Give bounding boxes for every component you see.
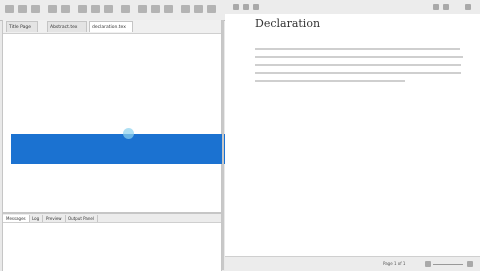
zoom-in-icon[interactable] <box>233 4 239 10</box>
preview-statusbar: Page 1 of 1 <box>225 256 480 271</box>
save-icon[interactable] <box>31 5 40 13</box>
tab-label: Output Panel <box>68 216 94 221</box>
tab-messages[interactable]: Messages <box>3 215 30 222</box>
tab-title-page[interactable]: Title Page <box>6 21 38 32</box>
tab-label: Title Page <box>9 25 31 30</box>
page-heading: Declaration <box>255 17 321 30</box>
preview-toolbar <box>225 0 480 15</box>
next-page-icon[interactable] <box>443 4 449 10</box>
search-icon[interactable] <box>121 5 130 13</box>
tab-label: Log <box>32 216 40 221</box>
zoom-out-icon[interactable] <box>425 261 431 267</box>
tab-label: Messages <box>6 216 26 221</box>
text-line <box>255 64 461 66</box>
panel-tabs: Messages Log Preview Output Panel <box>3 214 221 223</box>
open-file-icon[interactable] <box>18 5 27 13</box>
prev-page-icon[interactable] <box>433 4 439 10</box>
run-icon[interactable] <box>151 5 160 13</box>
redo-icon[interactable] <box>61 5 70 13</box>
messages-panel: Messages Log Preview Output Panel <box>2 213 222 271</box>
tab-output-panel[interactable]: Output Panel <box>65 215 98 222</box>
tab-log[interactable]: Log <box>29 215 44 222</box>
zoom-slider[interactable] <box>433 264 463 265</box>
compile-icon[interactable] <box>181 5 190 13</box>
paste-icon[interactable] <box>104 5 113 13</box>
fit-page-icon[interactable] <box>253 4 259 10</box>
tab-label: declaration.tex <box>92 25 126 30</box>
pane-divider[interactable] <box>222 20 224 270</box>
stop-icon[interactable] <box>207 5 216 13</box>
text-line <box>255 56 463 58</box>
copy-icon[interactable] <box>91 5 100 13</box>
text-line <box>255 48 460 50</box>
page-indicator: Page 1 of 1 <box>383 261 406 266</box>
undo-icon[interactable] <box>48 5 57 13</box>
zoom-out-icon[interactable] <box>243 4 249 10</box>
build-icon[interactable] <box>138 5 147 13</box>
settings-icon[interactable] <box>194 5 203 13</box>
cut-icon[interactable] <box>78 5 87 13</box>
tab-abstract[interactable]: Abstract.tex <box>47 21 87 32</box>
editor-tabs: Title Page Abstract.tex declaration.tex <box>3 20 221 34</box>
tab-preview[interactable]: Preview <box>43 215 66 222</box>
code-editor[interactable]: Title Page Abstract.tex declaration.tex <box>2 20 225 213</box>
text-line <box>255 80 405 82</box>
tab-declaration[interactable]: declaration.tex <box>89 21 133 32</box>
mouse-cursor-highlight <box>123 128 134 139</box>
close-icon[interactable] <box>465 4 471 10</box>
pdf-preview[interactable]: Declaration Page 1 of 1 <box>225 0 480 271</box>
new-file-icon[interactable] <box>5 5 14 13</box>
view-icon[interactable] <box>164 5 173 13</box>
zoom-in-icon[interactable] <box>467 261 473 267</box>
tab-label: Abstract.tex <box>50 25 78 30</box>
pdf-page: Declaration <box>225 14 480 256</box>
app-window: Title Page Abstract.tex declaration.tex … <box>0 0 480 271</box>
text-line <box>255 72 461 74</box>
text-selection <box>11 134 225 164</box>
tab-label: Preview <box>46 216 62 221</box>
